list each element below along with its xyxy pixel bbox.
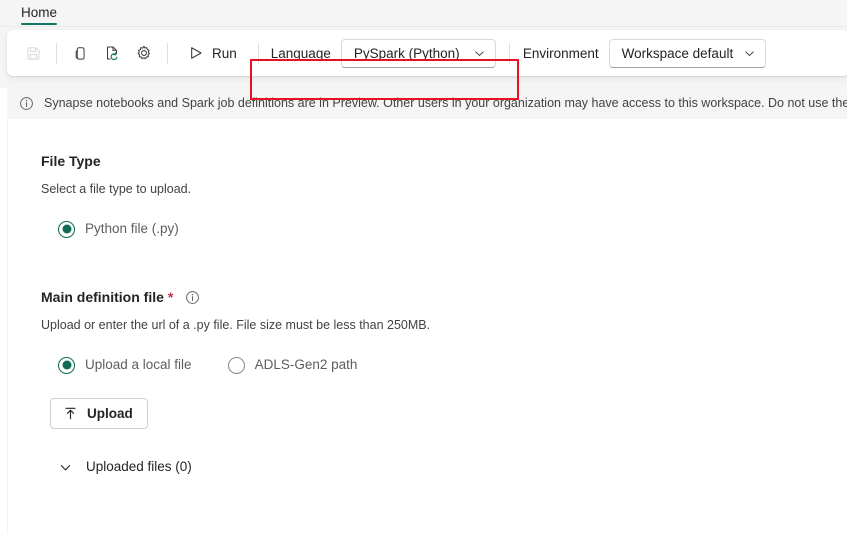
run-icon (191, 47, 202, 59)
chevron-down-icon (58, 460, 73, 475)
radio-indicator-unselected (227, 356, 245, 374)
save-icon (27, 46, 39, 60)
spark-job-definition-page: Home Run Language PySpark (Python) Envir… (0, 0, 847, 534)
refresh-document-icon (106, 46, 118, 61)
file-type-description: Select a file type to upload. (41, 182, 192, 196)
run-button-label: Run (212, 45, 237, 61)
radio-upload-local-file-label: Upload a local file (85, 357, 192, 372)
file-type-radio-group: Python file (.py) (58, 220, 847, 238)
gear-icon (137, 45, 151, 60)
language-label: Language (270, 45, 331, 61)
radio-python-file[interactable]: Python file (.py) (58, 220, 179, 238)
upload-icon (63, 406, 78, 421)
environment-control: Environment Workspace default (522, 38, 767, 68)
language-dropdown-value: PySpark (Python) (353, 45, 460, 61)
language-dropdown[interactable]: PySpark (Python) (340, 38, 496, 68)
save-button[interactable] (17, 38, 49, 68)
radio-upload-local-file[interactable]: Upload a local file (58, 356, 192, 374)
preview-info-text: Synapse notebooks and Spark job definiti… (44, 96, 847, 110)
info-icon[interactable] (185, 290, 200, 305)
file-type-title-text: File Type (41, 153, 101, 169)
main-definition-radio-group: Upload a local file ADLS-Gen2 path (58, 356, 847, 374)
toolbar-background: Run Language PySpark (Python) Environmen… (0, 27, 847, 100)
main-definition-file-section: Main definition file * Upload or enter t… (41, 288, 847, 476)
uploaded-files-toggle[interactable]: Uploaded files (0) (58, 458, 847, 476)
radio-indicator-selected (58, 220, 75, 238)
preview-info-bar: Synapse notebooks and Spark job definiti… (7, 88, 847, 119)
chevron-down-icon (473, 47, 486, 60)
refresh-document-button[interactable] (96, 38, 128, 68)
radio-python-file-label: Python file (.py) (85, 221, 179, 236)
command-toolbar: Run Language PySpark (Python) Environmen… (7, 30, 847, 76)
copy-icon (75, 46, 85, 60)
main-definition-title-text: Main definition file (41, 289, 164, 305)
radio-indicator-selected (58, 356, 75, 374)
toolbar-separator-1 (56, 42, 57, 64)
ribbon-tab-bar: Home (0, 0, 847, 27)
toolbar-separator-4 (508, 42, 510, 64)
tab-home-label: Home (21, 5, 58, 20)
copy-button[interactable] (64, 38, 96, 68)
main-definition-title: Main definition file * (41, 288, 847, 307)
radio-adls-gen2-path-label: ADLS-Gen2 path (254, 357, 358, 372)
chevron-down-icon (743, 47, 756, 60)
radio-adls-gen2-path[interactable]: ADLS-Gen2 path (227, 356, 358, 374)
required-marker: * (167, 289, 174, 305)
environment-dropdown-value: Workspace default (621, 45, 734, 61)
environment-dropdown[interactable]: Workspace default (608, 38, 767, 68)
uploaded-files-label: Uploaded files (0) (86, 459, 192, 474)
settings-button[interactable] (128, 38, 160, 68)
info-icon (19, 96, 34, 111)
tab-home[interactable]: Home (14, 2, 64, 26)
upload-button-label: Upload (87, 406, 133, 421)
tab-active-indicator (21, 22, 58, 25)
file-type-section: File Type Select a file type to upload. … (41, 152, 847, 238)
toolbar-separator-2 (167, 42, 168, 64)
main-definition-description: Upload or enter the url of a .py file. F… (41, 318, 431, 332)
run-button[interactable]: Run (179, 38, 247, 68)
environment-label: Environment (522, 45, 599, 61)
file-type-title: File Type (41, 152, 847, 171)
language-control: Language PySpark (Python) (270, 38, 496, 68)
toolbar-separator-3 (257, 42, 259, 64)
main-content: File Type Select a file type to upload. … (7, 119, 847, 534)
upload-button[interactable]: Upload (50, 398, 148, 429)
